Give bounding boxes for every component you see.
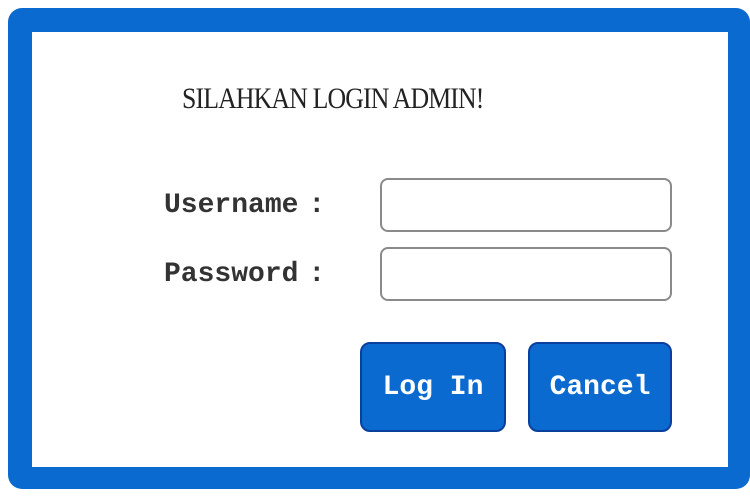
password-field[interactable] [380, 247, 672, 301]
page-title: SILAHKAN LOGIN ADMIN! [182, 82, 484, 115]
username-row: Username: [32, 178, 728, 234]
login-button[interactable]: Log In [360, 342, 506, 432]
username-label-text: Username [164, 190, 299, 221]
cancel-button[interactable]: Cancel [528, 342, 672, 432]
login-panel: SILAHKAN LOGIN ADMIN! Username: Password… [32, 32, 728, 467]
password-separator: : [308, 259, 326, 290]
username-field[interactable] [380, 178, 672, 232]
password-label: Password: [164, 259, 325, 290]
password-label-text: Password [164, 259, 299, 290]
username-separator: : [308, 190, 326, 221]
username-label: Username: [164, 190, 325, 221]
login-frame: SILAHKAN LOGIN ADMIN! Username: Password… [8, 8, 750, 489]
password-row: Password: [32, 247, 728, 303]
